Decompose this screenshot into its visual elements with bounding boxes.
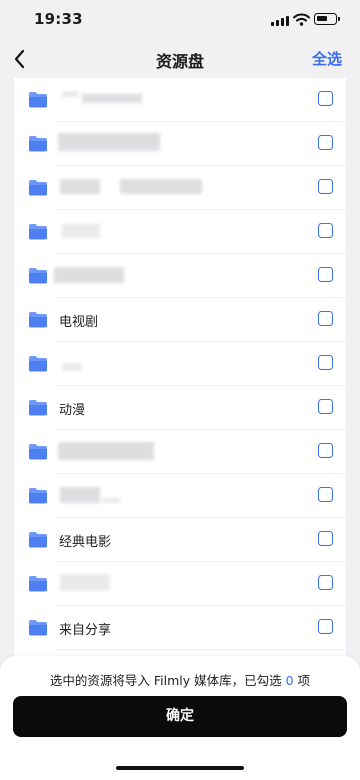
- item-checkbox[interactable]: [318, 223, 333, 238]
- redacted-label: [58, 442, 154, 460]
- redacted-label: [62, 91, 78, 97]
- select-all-button[interactable]: 全选: [312, 48, 342, 69]
- list-item[interactable]: [14, 78, 346, 122]
- folder-icon: [29, 92, 47, 108]
- item-checkbox[interactable]: [318, 355, 333, 370]
- redacted-label: [62, 224, 100, 238]
- import-summary-prefix: 选中的资源将导入 Filmly 媒体库，已勾选: [49, 673, 286, 688]
- nav-bar: 资源盘 全选: [0, 40, 360, 78]
- folder-icon: [29, 400, 47, 416]
- list-item[interactable]: 经典电影: [14, 518, 346, 562]
- redacted-label: [60, 487, 100, 503]
- list-item[interactable]: [14, 210, 346, 254]
- folder-icon: [29, 136, 47, 152]
- folder-icon: [29, 312, 47, 328]
- item-checkbox[interactable]: [318, 311, 333, 326]
- redacted-label: [82, 94, 142, 103]
- confirm-button[interactable]: 确定: [13, 696, 347, 737]
- item-checkbox[interactable]: [318, 179, 333, 194]
- list-item[interactable]: [14, 122, 346, 166]
- redacted-label: [62, 363, 82, 371]
- folder-icon: [29, 532, 47, 548]
- item-checkbox[interactable]: [318, 531, 333, 546]
- folder-name: 来自分享: [59, 623, 112, 638]
- list-item[interactable]: [14, 562, 346, 606]
- folder-icon: [29, 488, 47, 504]
- folder-icon: [29, 620, 47, 636]
- list-item[interactable]: [14, 342, 346, 386]
- import-summary: 选中的资源将导入 Filmly 媒体库，已勾选 0 项: [0, 670, 360, 689]
- redacted-label: [58, 133, 160, 151]
- folder-list: 电视剧 动漫 经典电影 来自分享: [14, 78, 346, 668]
- folder-name: 经典电影: [59, 535, 112, 550]
- page-title: 资源盘: [155, 52, 204, 71]
- item-checkbox[interactable]: [318, 135, 333, 150]
- item-checkbox[interactable]: [318, 443, 333, 458]
- list-item[interactable]: 动漫: [14, 386, 346, 430]
- folder-icon: [29, 444, 47, 460]
- status-time: 19:33: [34, 10, 83, 28]
- cellular-signal-icon: [271, 15, 289, 26]
- redacted-label: [120, 179, 202, 194]
- list-item[interactable]: [14, 474, 346, 518]
- list-item[interactable]: 来自分享: [14, 606, 346, 650]
- row-divider: [56, 649, 346, 650]
- folder-icon: [29, 356, 47, 372]
- folder-icon: [29, 576, 47, 592]
- list-item[interactable]: 电视剧: [14, 298, 346, 342]
- item-checkbox[interactable]: [318, 575, 333, 590]
- list-item[interactable]: [14, 166, 346, 210]
- folder-name: 电视剧: [59, 315, 99, 330]
- item-checkbox[interactable]: [318, 267, 333, 282]
- bottom-action-sheet: 选中的资源将导入 Filmly 媒体库，已勾选 0 项 确定: [0, 656, 360, 780]
- folder-name: 动漫: [59, 403, 86, 418]
- list-item[interactable]: [14, 430, 346, 474]
- folder-icon: [29, 180, 47, 196]
- import-summary-suffix: 项: [293, 673, 311, 688]
- redacted-label: [54, 267, 124, 283]
- battery-cap: [338, 17, 340, 21]
- item-checkbox[interactable]: [318, 399, 333, 414]
- folder-icon: [29, 268, 47, 284]
- item-checkbox[interactable]: [318, 91, 333, 106]
- status-bar: 19:33: [0, 0, 360, 40]
- folder-icon: [29, 224, 47, 240]
- item-checkbox[interactable]: [318, 487, 333, 502]
- redacted-label: [60, 179, 100, 194]
- redacted-label: [102, 498, 120, 503]
- battery-icon: [314, 13, 337, 25]
- home-indicator: [116, 766, 244, 770]
- wifi-icon: [293, 13, 310, 26]
- redacted-label: [60, 574, 110, 591]
- item-checkbox[interactable]: [318, 619, 333, 634]
- selected-count: 0: [285, 673, 294, 688]
- list-item[interactable]: [14, 254, 346, 298]
